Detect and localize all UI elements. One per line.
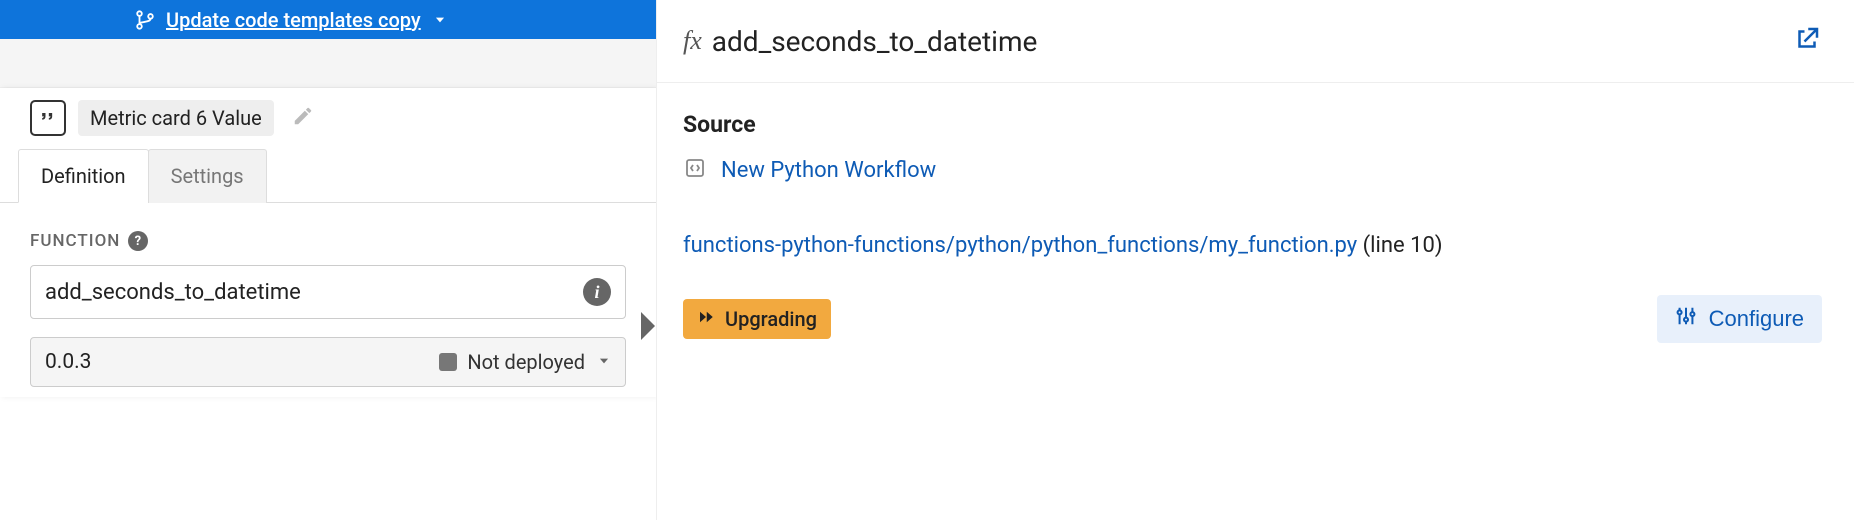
title-row: Metric card 6 Value [0, 88, 656, 148]
function-section-label: FUNCTION ? [30, 231, 626, 251]
function-label-text: FUNCTION [30, 231, 120, 251]
status-badge: Not deployed [439, 350, 585, 374]
title-chip[interactable]: Metric card 6 Value [78, 100, 274, 136]
line-number-text: (line 10) [1357, 233, 1442, 258]
quote-icon [30, 100, 66, 136]
status-text: Not deployed [467, 350, 585, 374]
right-panel-header: fx add_seconds_to_datetime [657, 0, 1854, 83]
configure-label: Configure [1709, 306, 1804, 332]
branch-icon [134, 9, 156, 31]
configure-button[interactable]: Configure [1657, 295, 1822, 343]
function-name-value: add_seconds_to_datetime [45, 280, 301, 305]
left-panel: Update code templates copy Metric card 6… [0, 0, 656, 397]
function-section: FUNCTION ? add_seconds_to_datetime i 0.0… [0, 203, 656, 397]
left-content: Metric card 6 Value Definition Settings … [0, 88, 656, 397]
function-title: add_seconds_to_datetime [712, 25, 1038, 58]
function-name-field[interactable]: add_seconds_to_datetime i [30, 265, 626, 319]
version-value: 0.0.3 [45, 350, 91, 374]
tabs: Definition Settings [0, 148, 656, 203]
pointer-triangle-icon [641, 312, 655, 340]
chevron-down-icon[interactable] [597, 350, 611, 374]
sub-bar [0, 39, 656, 88]
right-panel-footer: Upgrading Configure [683, 295, 1822, 343]
info-icon[interactable]: i [583, 278, 611, 306]
source-path-row: functions-python-functions/python/python… [683, 228, 1822, 263]
source-heading: Source [683, 111, 1822, 138]
tab-settings[interactable]: Settings [148, 149, 267, 203]
right-panel-body: Source New Python Workflow functions-pyt… [657, 83, 1854, 363]
edit-pencil-icon[interactable] [292, 105, 314, 131]
sliders-icon [1675, 305, 1697, 333]
tab-definition[interactable]: Definition [18, 149, 149, 203]
workflow-title[interactable]: Update code templates copy [166, 8, 421, 32]
right-panel: fx add_seconds_to_datetime Source New Py… [656, 0, 1854, 520]
upgrading-text: Upgrading [725, 307, 817, 331]
fx-icon: fx [683, 26, 702, 56]
help-icon[interactable]: ? [128, 231, 148, 251]
fast-forward-icon [697, 307, 715, 331]
source-path-link[interactable]: functions-python-functions/python/python… [683, 233, 1357, 258]
upgrading-badge: Upgrading [683, 299, 831, 339]
version-field[interactable]: 0.0.3 Not deployed [30, 337, 626, 387]
caret-down-icon[interactable] [433, 13, 447, 27]
source-workflow-row: New Python Workflow [683, 156, 1822, 184]
workflow-link[interactable]: New Python Workflow [721, 158, 936, 183]
open-external-icon[interactable] [1792, 24, 1822, 58]
status-square-icon [439, 353, 457, 371]
workflow-top-bar[interactable]: Update code templates copy [0, 0, 656, 39]
code-file-icon [683, 156, 707, 184]
